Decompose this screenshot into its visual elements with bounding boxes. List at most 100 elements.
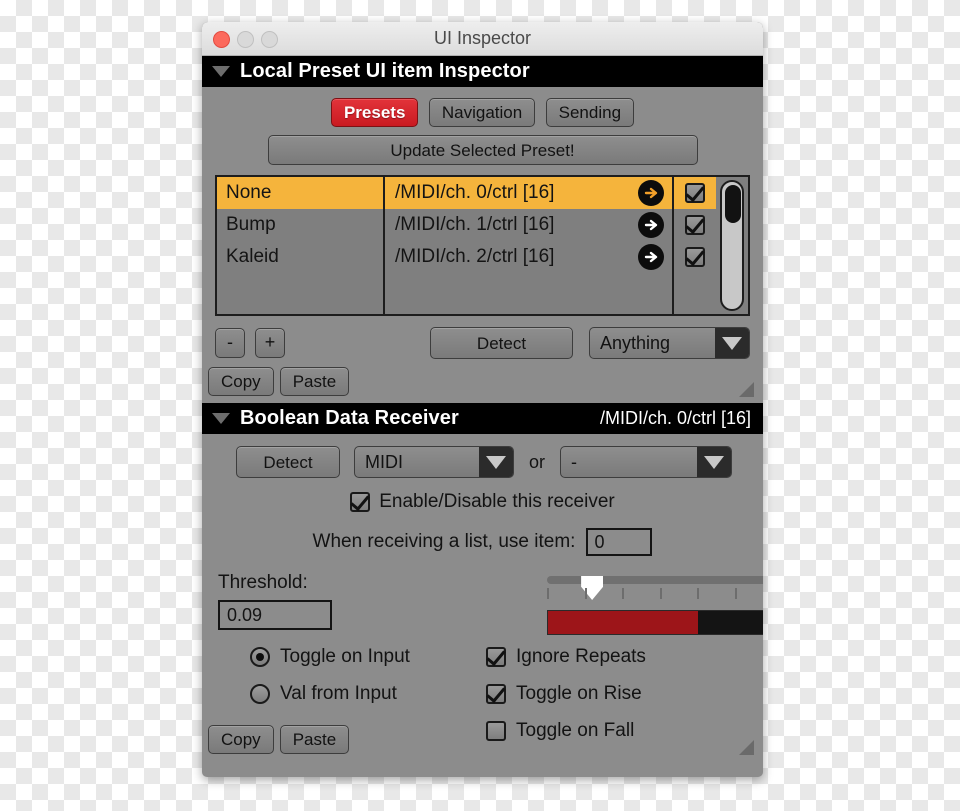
- preset-enabled-checkbox[interactable]: [685, 247, 705, 267]
- preset-table: None Bump Kaleid /MIDI/ch. 0/ctrl [16] /…: [215, 175, 750, 316]
- update-preset-row: Update Selected Preset!: [202, 127, 763, 165]
- option-val-from-input[interactable]: Val from Input: [250, 683, 486, 705]
- val-from-input-label: Val from Input: [280, 683, 397, 704]
- enable-receiver-checkbox[interactable]: [350, 492, 371, 512]
- receiver-source-row: Detect MIDI or -: [202, 434, 763, 478]
- slider-tick: [584, 588, 587, 599]
- toggle-on-input-radio[interactable]: [250, 647, 270, 667]
- threshold-slider[interactable]: [547, 576, 763, 600]
- ignore-repeats-checkbox[interactable]: [486, 647, 506, 667]
- option-ignore-repeats[interactable]: Ignore Repeats: [486, 646, 646, 668]
- preset-detect-button[interactable]: Detect: [430, 327, 573, 359]
- enable-receiver-row[interactable]: Enable/Disable this receiver: [202, 491, 763, 513]
- preset-enabled-checkbox[interactable]: [685, 215, 705, 235]
- toggle-on-rise-checkbox[interactable]: [486, 684, 506, 704]
- receiver-section-header[interactable]: Boolean Data Receiver /MIDI/ch. 0/ctrl […: [202, 403, 763, 434]
- table-row[interactable]: Kaleid: [217, 241, 383, 273]
- preset-name: Kaleid: [226, 246, 279, 267]
- preset-copy-button[interactable]: Copy: [208, 367, 274, 396]
- preset-resize-grip-icon[interactable]: [739, 382, 754, 397]
- signal-meter: [547, 610, 763, 635]
- go-arrow-icon[interactable]: [638, 244, 664, 270]
- preset-filter-value: Anything: [600, 332, 671, 353]
- chevron-down-icon[interactable]: [715, 328, 749, 358]
- table-row[interactable]: Bump: [217, 209, 383, 241]
- toggle-on-rise-label: Toggle on Rise: [516, 683, 642, 704]
- tab-presets[interactable]: Presets: [330, 98, 419, 127]
- receiver-alt-dropdown[interactable]: -: [560, 446, 733, 478]
- preset-table-scrollbar[interactable]: [716, 177, 748, 314]
- list-item-label: When receiving a list, use item:: [312, 531, 576, 552]
- disclosure-triangle-icon[interactable]: [212, 66, 230, 77]
- preset-address: /MIDI/ch. 0/ctrl [16]: [395, 182, 555, 203]
- add-preset-button[interactable]: +: [255, 328, 285, 358]
- table-row[interactable]: [674, 209, 716, 241]
- window-title: UI Inspector: [433, 28, 532, 48]
- receiver-section-title: Boolean Data Receiver: [240, 407, 459, 429]
- receiver-copy-paste-row: Copy Paste: [202, 718, 763, 761]
- preset-name: Bump: [226, 214, 276, 235]
- slider-tick: [735, 588, 737, 599]
- preset-copy-paste-row: Copy Paste: [202, 360, 763, 403]
- or-label: or: [529, 451, 546, 472]
- table-row[interactable]: /MIDI/ch. 2/ctrl [16]: [385, 241, 672, 273]
- table-row[interactable]: /MIDI/ch. 1/ctrl [16]: [385, 209, 672, 241]
- preset-table-enabled-column: [674, 177, 716, 314]
- list-item-input[interactable]: 0: [586, 528, 653, 556]
- threshold-slider-ticks: [547, 588, 763, 600]
- preset-address: /MIDI/ch. 1/ctrl [16]: [395, 214, 555, 235]
- receiver-paste-button[interactable]: Paste: [279, 725, 350, 754]
- option-toggle-on-rise[interactable]: Toggle on Rise: [486, 683, 646, 705]
- remove-preset-button[interactable]: -: [215, 328, 245, 358]
- receiver-panel: Detect MIDI or - Enable/Disable this rec…: [202, 434, 763, 761]
- threshold-block: Threshold: 0.09: [202, 572, 763, 635]
- preset-table-name-column: None Bump Kaleid: [217, 177, 385, 314]
- chevron-down-icon[interactable]: [697, 447, 732, 477]
- update-selected-preset-button[interactable]: Update Selected Preset!: [267, 135, 698, 165]
- receiver-source-dropdown[interactable]: MIDI: [354, 446, 514, 478]
- receiver-section-address: /MIDI/ch. 0/ctrl [16]: [599, 408, 751, 428]
- tab-navigation[interactable]: Navigation: [428, 98, 536, 127]
- window-resize-grip-icon[interactable]: [739, 740, 754, 755]
- preset-enabled-checkbox[interactable]: [685, 183, 705, 203]
- table-row[interactable]: [674, 241, 716, 273]
- preset-section-header[interactable]: Local Preset UI item Inspector: [202, 56, 763, 87]
- signal-meter-fill: [548, 611, 698, 634]
- chevron-down-icon[interactable]: [479, 447, 513, 477]
- preset-address: /MIDI/ch. 2/ctrl [16]: [395, 246, 555, 267]
- list-item-row: When receiving a list, use item: 0: [202, 528, 763, 556]
- threshold-input[interactable]: 0.09: [218, 600, 332, 630]
- enable-receiver-label: Enable/Disable this receiver: [379, 491, 615, 512]
- receiver-detect-button[interactable]: Detect: [236, 446, 340, 478]
- preset-table-address-column: /MIDI/ch. 0/ctrl [16] /MIDI/ch. 1/ctrl […: [385, 177, 674, 314]
- tab-sending[interactable]: Sending: [545, 98, 635, 127]
- slider-tick: [697, 588, 700, 599]
- scrollbar-track[interactable]: [720, 180, 744, 311]
- scrollbar-thumb[interactable]: [725, 185, 741, 223]
- table-row[interactable]: [674, 177, 716, 209]
- preset-control-row: - + Detect Anything: [202, 326, 763, 360]
- table-row[interactable]: /MIDI/ch. 0/ctrl [16]: [385, 177, 672, 209]
- receiver-alt-value: -: [571, 451, 578, 472]
- option-toggle-on-input[interactable]: Toggle on Input: [250, 646, 486, 668]
- slider-tick: [622, 588, 625, 599]
- preset-filter-dropdown[interactable]: Anything: [589, 327, 750, 359]
- disclosure-triangle-icon[interactable]: [212, 413, 230, 424]
- table-row[interactable]: None: [217, 177, 383, 209]
- slider-tick: [659, 588, 662, 599]
- slider-tick: [547, 588, 549, 599]
- go-arrow-icon[interactable]: [638, 180, 664, 206]
- ui-inspector-window: UI Inspector Local Preset UI item Inspec…: [202, 22, 763, 777]
- ignore-repeats-label: Ignore Repeats: [516, 646, 646, 667]
- window-titlebar: UI Inspector: [202, 22, 763, 56]
- receiver-copy-button[interactable]: Copy: [208, 725, 274, 754]
- val-from-input-radio[interactable]: [250, 684, 270, 704]
- receiver-source-value: MIDI: [365, 451, 403, 472]
- preset-paste-button[interactable]: Paste: [279, 367, 350, 396]
- go-arrow-icon[interactable]: [638, 212, 664, 238]
- threshold-slider-track[interactable]: [547, 576, 763, 584]
- preset-section-title: Local Preset UI item Inspector: [240, 60, 530, 82]
- preset-tab-row: Presets Navigation Sending: [202, 87, 763, 127]
- toggle-on-input-label: Toggle on Input: [280, 646, 410, 667]
- preset-panel: Presets Navigation Sending Update Select…: [202, 87, 763, 403]
